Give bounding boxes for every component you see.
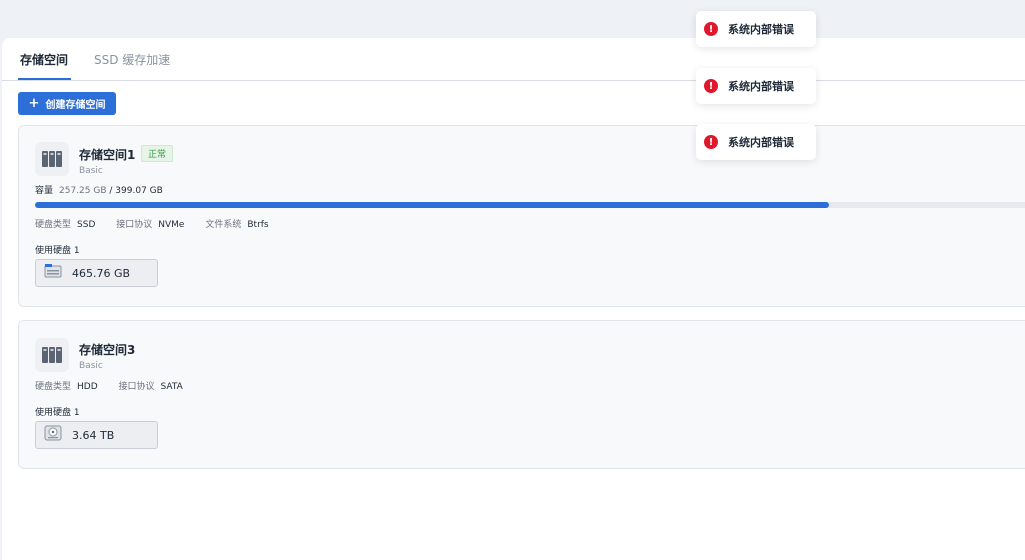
error-icon: ! [704, 135, 718, 149]
create-storage-label: 创建存储空间 [45, 100, 106, 111]
status-badge: 正常 [141, 145, 174, 162]
tab-storage-space[interactable]: 存储空间 [20, 52, 68, 68]
toast-message: 系统内部错误 [728, 136, 794, 149]
pool-meta: 硬盘类型 HDD 接口协议 SATA [35, 379, 201, 392]
meta-value: SATA [160, 382, 183, 392]
capacity-progress-fill [35, 202, 830, 208]
storage-panel: 存储空间 SSD 缓存加速 + 创建存储空间 存储空间1 正常 Basic 容量… [2, 38, 1025, 560]
disk-size: 3.64 TB [72, 428, 115, 442]
toast-message: 系统内部错误 [728, 80, 794, 93]
hdd-icon [44, 424, 62, 446]
pool-type: Basic [79, 166, 103, 176]
storage-pool-card-3[interactable]: 存储空间3 Basic 硬盘类型 HDD 接口协议 SATA 使用硬盘 1 3.64… [18, 320, 1025, 469]
pool-name: 存储空间3 [79, 343, 136, 357]
tab-ssd-cache[interactable]: SSD 缓存加速 [94, 52, 170, 68]
capacity-used: 257.25 GB [59, 186, 107, 196]
error-toast: ! 系统内部错误 [696, 68, 816, 104]
error-toast: ! 系统内部错误 [696, 124, 816, 160]
pool-meta: 硬盘类型 SSD 接口协议 NVMe 文件系统 Btrfs [35, 217, 287, 230]
meta-key: 文件系统 [205, 220, 242, 230]
meta-value: NVMe [158, 220, 185, 230]
meta-key: 硬盘类型 [35, 382, 72, 392]
disks-used-label: 使用硬盘 1 [35, 246, 80, 256]
meta-key: 硬盘类型 [35, 220, 72, 230]
capacity-row: 容量 257.25 GB / 399.07 GB [35, 183, 163, 196]
meta-key: 接口协议 [118, 382, 155, 392]
error-toast: ! 系统内部错误 [696, 11, 816, 47]
create-storage-button[interactable]: + 创建存储空间 [18, 92, 116, 115]
capacity-label: 容量 [35, 186, 54, 196]
tab-bar: 存储空间 SSD 缓存加速 [2, 38, 1025, 81]
disk-chip[interactable]: 3.64 TB [35, 421, 158, 449]
disks-used-label: 使用硬盘 1 [35, 408, 80, 418]
storage-pool-card-1[interactable]: 存储空间1 正常 Basic 容量 257.25 GB / 399.07 GB 硬… [18, 125, 1025, 307]
active-tab-indicator [18, 78, 71, 80]
disk-size: 465.76 GB [72, 266, 131, 280]
toast-message: 系统内部错误 [728, 23, 794, 36]
pool-type: Basic [79, 361, 103, 371]
plus-icon: + [28, 96, 40, 111]
nas-icon [35, 142, 69, 176]
error-icon: ! [704, 22, 718, 36]
error-icon: ! [704, 79, 718, 93]
meta-value: SSD [77, 220, 96, 230]
meta-key: 接口协议 [116, 220, 153, 230]
meta-value: HDD [77, 382, 98, 392]
pool-name: 存储空间1 [79, 148, 136, 162]
capacity-progress-bar [35, 202, 1025, 208]
meta-value: Btrfs [247, 220, 269, 230]
nvme-ssd-icon [44, 262, 62, 284]
disk-chip[interactable]: 465.76 GB [35, 259, 158, 287]
capacity-total: / 399.07 GB [109, 186, 163, 196]
nas-icon [35, 338, 69, 372]
